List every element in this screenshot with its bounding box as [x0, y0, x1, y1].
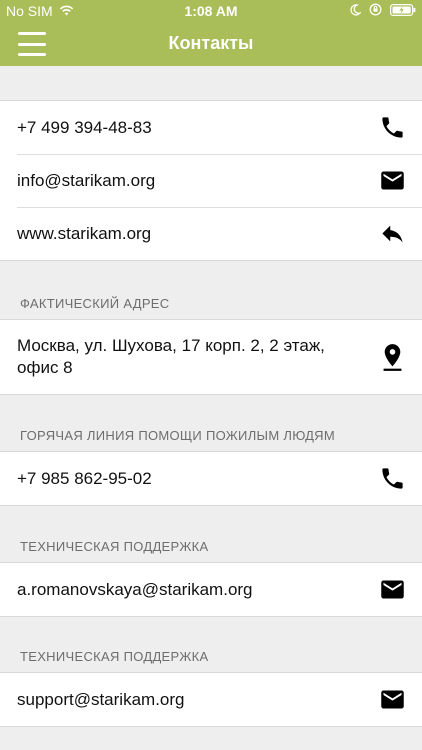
tech-support-2-email: support@starikam.org: [17, 689, 185, 709]
address-text: Москва, ул. Шухова, 17 корп. 2, 2 этаж, …: [17, 336, 325, 377]
contact-phone-row[interactable]: +7 499 394-48-83: [0, 101, 422, 154]
hotline-phone-row[interactable]: +7 985 862-95-02: [0, 452, 422, 505]
page-title: Контакты: [168, 33, 254, 53]
moon-icon: [350, 3, 362, 19]
phone-icon[interactable]: [378, 114, 406, 142]
top-spacer: [0, 66, 422, 100]
hotline-phone: +7 985 862-95-02: [17, 468, 152, 488]
battery-icon: [390, 3, 416, 19]
contact-phone: +7 499 394-48-83: [17, 117, 152, 137]
status-right: [350, 3, 416, 19]
tech-support-2-group: support@starikam.org: [0, 672, 422, 727]
address-row[interactable]: Москва, ул. Шухова, 17 корп. 2, 2 этаж, …: [0, 320, 422, 394]
hotline-section-header: ГОРЯЧАЯ ЛИНИЯ ПОМОЩИ ПОЖИЛЫМ ЛЮДЯМ: [20, 428, 335, 443]
status-bar: No SIM 1:08 AM: [0, 0, 422, 22]
mail-icon[interactable]: [378, 167, 406, 195]
hotline-group: +7 985 862-95-02: [0, 451, 422, 506]
contact-email: info@starikam.org: [17, 170, 156, 190]
contact-website: www.starikam.org: [17, 223, 152, 243]
map-pin-icon[interactable]: [378, 343, 406, 371]
mail-icon[interactable]: [378, 686, 406, 714]
contact-email-row[interactable]: info@starikam.org: [0, 154, 422, 207]
orientation-lock-icon: [369, 3, 382, 19]
tech-support-1-row[interactable]: a.romanovskaya@starikam.org: [0, 563, 422, 616]
tech-support-1-email: a.romanovskaya@starikam.org: [17, 579, 253, 599]
reply-icon[interactable]: [378, 220, 406, 248]
tech-support-1-group: a.romanovskaya@starikam.org: [0, 562, 422, 617]
tech-support-2-row[interactable]: support@starikam.org: [0, 673, 422, 726]
mail-icon[interactable]: [378, 576, 406, 604]
address-group: Москва, ул. Шухова, 17 корп. 2, 2 этаж, …: [0, 319, 422, 395]
tech-support-1-header: ТЕХНИЧЕСКАЯ ПОДДЕРЖКА: [20, 539, 209, 554]
nav-bar: Контакты: [0, 22, 422, 66]
contact-website-row[interactable]: www.starikam.org: [0, 207, 422, 260]
tech-support-2-header: ТЕХНИЧЕСКАЯ ПОДДЕРЖКА: [20, 649, 209, 664]
contacts-group: +7 499 394-48-83 info@starikam.org www.s…: [0, 100, 422, 261]
address-section-header: ФАКТИЧЕСКИЙ АДРЕС: [20, 296, 170, 311]
phone-icon[interactable]: [378, 465, 406, 493]
